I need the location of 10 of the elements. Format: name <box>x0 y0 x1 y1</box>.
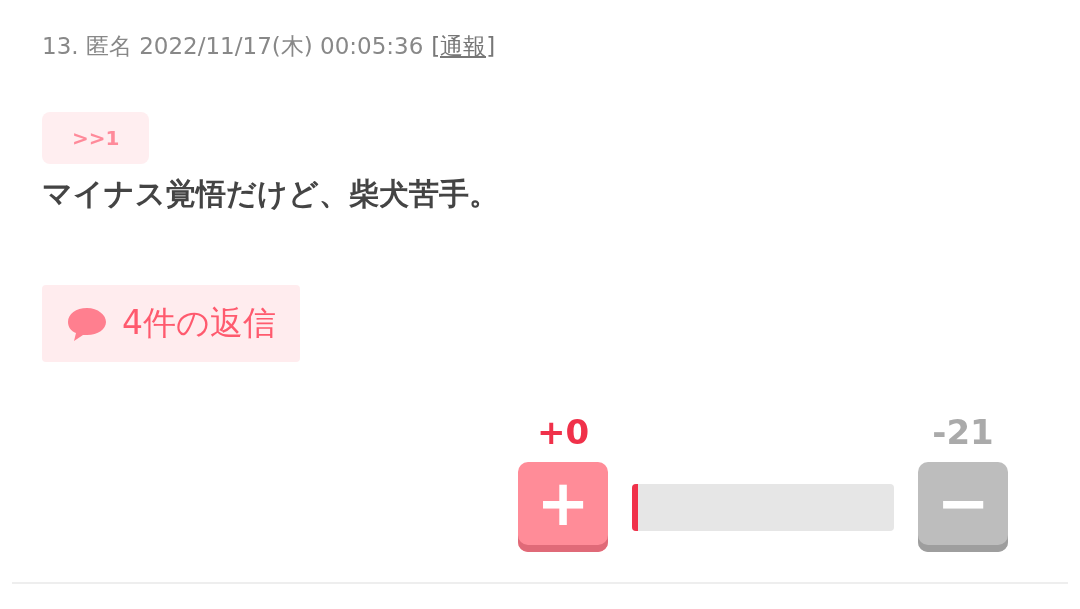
report-link[interactable]: [通報] <box>431 30 496 62</box>
post-body: マイナス覚悟だけど、柴犬苦手。 <box>42 175 500 213</box>
replies-button[interactable]: 4件の返信 <box>42 285 300 362</box>
anchor-tag[interactable]: >>1 <box>42 112 150 164</box>
plus-count: +0 <box>535 412 591 452</box>
minus-count: -21 <box>931 412 995 452</box>
speech-bubble-icon <box>66 305 108 342</box>
post-meta: 13. 匿名 2022/11/17(木) 00:05:36 <box>42 31 424 61</box>
minus-button[interactable]: − <box>918 462 1008 552</box>
plus-button[interactable]: + <box>518 462 608 552</box>
